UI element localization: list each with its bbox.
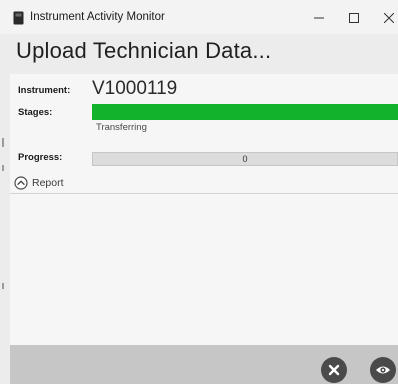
progress-value: 0 (242, 154, 248, 164)
page-title: Upload Technician Data... (16, 38, 272, 63)
footer-bar (10, 345, 398, 384)
report-label: Report (32, 177, 64, 189)
instrument-value: V1000119 (92, 78, 178, 99)
cancel-button[interactable] (321, 357, 347, 383)
instrument-label: Instrument: (18, 85, 71, 96)
minimize-icon (314, 17, 324, 19)
edge-mark (2, 138, 4, 147)
chevron-up-circle-icon (14, 176, 28, 190)
title-bar[interactable]: Instrument Activity Monitor (0, 0, 398, 35)
window-title: Instrument Activity Monitor (30, 11, 165, 23)
progress-label: Progress: (18, 152, 63, 163)
app-icon (13, 11, 24, 25)
minimize-button[interactable] (302, 6, 336, 30)
eye-icon (376, 366, 390, 374)
stage-bar (92, 104, 398, 120)
close-icon (384, 13, 394, 23)
edge-mark (2, 283, 4, 289)
maximize-button[interactable] (337, 6, 371, 30)
close-button[interactable] (372, 6, 398, 30)
progress-bar: 0 (92, 152, 398, 166)
view-button[interactable] (370, 357, 396, 383)
report-toggle[interactable]: Report (14, 174, 64, 192)
app-window: Instrument Activity Monitor Upload Techn… (0, 0, 398, 384)
cancel-icon (328, 364, 340, 376)
stages-label: Stages: (18, 107, 53, 118)
maximize-icon (349, 13, 359, 23)
details-panel: Instrument: V1000119 Stages: Transferrin… (10, 74, 398, 346)
report-content (10, 193, 398, 346)
stage-status: Transferring (96, 122, 147, 133)
edge-mark (2, 165, 4, 171)
page-header: Upload Technician Data... (0, 34, 398, 70)
